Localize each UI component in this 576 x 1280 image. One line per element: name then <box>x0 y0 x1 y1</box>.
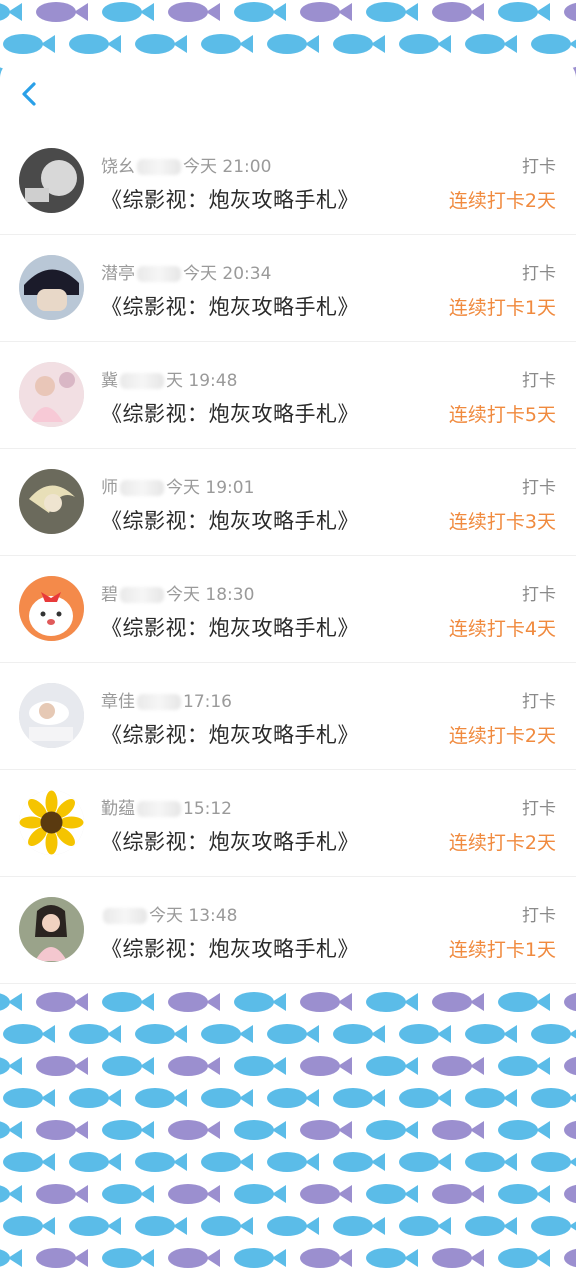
avatar[interactable] <box>19 790 84 855</box>
book-title: 《综影视：炮灰攻略手札》 <box>101 188 359 212</box>
avatar[interactable] <box>19 576 84 641</box>
list-item[interactable]: 勤蕴 15:12 《综影视：炮灰攻略手札》 打卡 连续打卡2天 <box>0 770 576 877</box>
list-item[interactable]: 今天 13:48 《综影视：炮灰攻略手札》 打卡 连续打卡1天 <box>0 877 576 984</box>
book-title: 《综影视：炮灰攻略手札》 <box>101 830 359 854</box>
checkin-label: 打卡 <box>522 585 556 605</box>
user-name: 冀 <box>101 371 118 391</box>
list-item[interactable]: 冀 天 19:48 《综影视：炮灰攻略手札》 打卡 连续打卡5天 <box>0 342 576 449</box>
streak-badge: 连续打卡4天 <box>448 618 556 640</box>
timestamp: 天 19:48 <box>166 371 238 391</box>
list-item[interactable]: 饶幺 今天 21:00 《综影视：炮灰攻略手札》 打卡 连续打卡2天 <box>0 128 576 235</box>
blurred-name <box>137 159 181 175</box>
timestamp: 今天 20:34 <box>183 264 272 284</box>
avatar[interactable] <box>19 683 84 748</box>
user-name: 潜亭 <box>101 264 135 284</box>
checkin-list: 饶幺 今天 21:00 《综影视：炮灰攻略手札》 打卡 连续打卡2天 潜亭 今天 2… <box>0 128 576 990</box>
avatar[interactable] <box>19 148 84 213</box>
book-title: 《综影视：炮灰攻略手札》 <box>101 402 359 426</box>
user-name: 师 <box>101 478 118 498</box>
checkin-label: 打卡 <box>522 906 556 926</box>
blurred-name <box>137 801 181 817</box>
checkin-label: 打卡 <box>522 799 556 819</box>
book-title: 《综影视：炮灰攻略手札》 <box>101 616 359 640</box>
checkin-label: 打卡 <box>522 692 556 712</box>
checkin-label: 打卡 <box>522 478 556 498</box>
streak-badge: 连续打卡3天 <box>448 511 556 533</box>
timestamp: 今天 19:01 <box>166 478 255 498</box>
header-bar <box>0 60 576 128</box>
checkin-label: 打卡 <box>522 371 556 391</box>
timestamp: 今天 13:48 <box>149 906 238 926</box>
user-name: 饶幺 <box>101 157 135 177</box>
blurred-name <box>103 908 147 924</box>
avatar[interactable] <box>19 897 84 962</box>
streak-badge: 连续打卡1天 <box>448 939 556 961</box>
list-item[interactable]: 潜亭 今天 20:34 《综影视：炮灰攻略手札》 打卡 连续打卡1天 <box>0 235 576 342</box>
streak-badge: 连续打卡2天 <box>448 190 556 212</box>
fish-pattern-bottom <box>0 990 576 1280</box>
avatar[interactable] <box>19 255 84 320</box>
book-title: 《综影视：炮灰攻略手札》 <box>101 295 359 319</box>
timestamp: 今天 21:00 <box>183 157 272 177</box>
blurred-name <box>120 587 164 603</box>
chevron-left-icon[interactable] <box>14 78 46 110</box>
user-name: 章佳 <box>101 692 135 712</box>
checkin-label: 打卡 <box>522 264 556 284</box>
fish-pattern-icon <box>0 992 576 1268</box>
list-item[interactable]: 章佳 17:16 《综影视：炮灰攻略手札》 打卡 连续打卡2天 <box>0 663 576 770</box>
blurred-name <box>120 480 164 496</box>
timestamp: 17:16 <box>183 692 232 712</box>
list-item[interactable]: 碧 今天 18:30 《综影视：炮灰攻略手札》 打卡 连续打卡4天 <box>0 556 576 663</box>
timestamp: 今天 18:30 <box>166 585 255 605</box>
user-name: 碧 <box>101 585 118 605</box>
user-name: 勤蕴 <box>101 799 135 819</box>
streak-badge: 连续打卡2天 <box>448 832 556 854</box>
blurred-name <box>137 266 181 282</box>
book-title: 《综影视：炮灰攻略手札》 <box>101 509 359 533</box>
streak-badge: 连续打卡5天 <box>448 404 556 426</box>
book-title: 《综影视：炮灰攻略手札》 <box>101 723 359 747</box>
streak-badge: 连续打卡1天 <box>448 297 556 319</box>
avatar[interactable] <box>19 362 84 427</box>
book-title: 《综影视：炮灰攻略手札》 <box>101 937 359 961</box>
blurred-name <box>137 694 181 710</box>
blurred-name <box>120 373 164 389</box>
streak-badge: 连续打卡2天 <box>448 725 556 747</box>
checkin-label: 打卡 <box>522 157 556 177</box>
list-item[interactable]: 师 今天 19:01 《综影视：炮灰攻略手札》 打卡 连续打卡3天 <box>0 449 576 556</box>
timestamp: 15:12 <box>183 799 232 819</box>
avatar[interactable] <box>19 469 84 534</box>
